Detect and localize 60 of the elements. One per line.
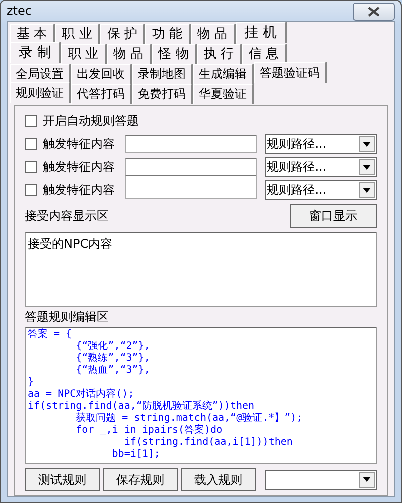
code-line: aa = NPC对话内容();	[28, 389, 134, 401]
tab[interactable]: 职 业	[61, 44, 107, 64]
rule-path-dropdown[interactable]: 规则路径...	[265, 180, 377, 200]
action-button[interactable]: 测试规则	[25, 468, 100, 491]
close-button[interactable]	[353, 3, 395, 21]
close-icon	[368, 7, 380, 17]
tab[interactable]: 出发回收	[71, 64, 132, 84]
window-title: ztec	[7, 3, 32, 20]
text-field[interactable]	[125, 175, 258, 199]
tab[interactable]: 录 制	[10, 42, 62, 63]
checkbox-label: 触发特征内容	[43, 182, 115, 199]
rule-path-dropdown[interactable]: 规则路径...	[265, 134, 377, 154]
rule-code-editor[interactable]: 答案 = { {“强化”,“2”}, {“熟练”,“3”}, {“热血”,“3”}, } aa = NPC对话内容(); if(string.find(aa,“防脱机验证系统”))then 获取问题 = string.match(aa,“@验证.*】”); for _,i in ipairs(答案)do if(string.find(aa,i[1]))then bb=i[1];	[25, 327, 377, 464]
tab[interactable]: 挂 机	[236, 22, 288, 43]
rule-path-dropdown[interactable]: 规则路径...	[265, 157, 377, 177]
caret-icon	[363, 188, 371, 192]
code-line: 答案 = {	[28, 329, 72, 341]
dropdown-value: 规则路径...	[267, 182, 327, 199]
code-line: if(string.find(aa,“防脱机验证系统”))then	[28, 401, 255, 412]
checkbox-label: 触发特征内容	[43, 136, 115, 153]
code-line: for _,i in ipairs(答案)do	[75, 425, 223, 437]
tab[interactable]: 物 品	[106, 44, 152, 64]
tab[interactable]: 保 护	[100, 24, 146, 44]
tab[interactable]: 功 能	[145, 24, 191, 44]
checkbox[interactable]	[25, 184, 37, 196]
tab[interactable]: 免费打码	[132, 84, 193, 104]
text-field[interactable]	[125, 135, 258, 153]
tab[interactable]: 怪 物	[152, 44, 197, 64]
checkbox[interactable]	[25, 161, 37, 173]
caret-icon	[363, 142, 371, 146]
code-line: bb=i[1];	[111, 449, 160, 461]
caret-icon	[363, 477, 372, 482]
tab[interactable]: 华夏验证	[193, 84, 254, 104]
received-content-area[interactable]: 接受的NPC内容	[25, 232, 377, 307]
section-label: 接受内容显示区	[25, 208, 109, 225]
code-line: {“熟练”,“3”},	[75, 353, 150, 365]
received-content-text: 接受的NPC内容	[28, 237, 113, 251]
tab[interactable]: 录制地图	[132, 64, 193, 84]
checkbox[interactable]	[25, 138, 37, 150]
text-field[interactable]	[125, 158, 258, 176]
action-button[interactable]: 保存规则	[103, 468, 178, 491]
code-line: }	[28, 377, 34, 389]
window-display-button[interactable]: 窗口显示	[290, 204, 377, 228]
section-label: 答题规则编辑区	[25, 311, 110, 323]
checkbox[interactable]	[25, 115, 37, 127]
tab[interactable]: 代答打码	[71, 84, 132, 104]
action-button[interactable]: 载入规则	[181, 468, 256, 491]
dropdown-value: 规则路径...	[267, 159, 327, 176]
checkbox-label: 触发特征内容	[43, 159, 115, 176]
tab[interactable]: 执 行	[196, 44, 242, 64]
caret-icon	[363, 164, 371, 170]
tab[interactable]: 答题验证码	[254, 62, 327, 83]
code-line: if(string.find(aa,i[1]))then	[123, 437, 293, 449]
code-line: 获取问题 = string.match(aa,“@验证.*】”);	[75, 413, 303, 424]
code-line: {“强化”,“2”},	[75, 341, 150, 352]
dropdown-value: 规则路径...	[267, 136, 327, 153]
code-line: {“热血”,“3”},	[75, 365, 150, 377]
checkbox-label: 开启自动规则答题	[43, 113, 139, 130]
dropdown[interactable]	[265, 470, 378, 490]
tab[interactable]: 规则验证	[10, 82, 71, 103]
